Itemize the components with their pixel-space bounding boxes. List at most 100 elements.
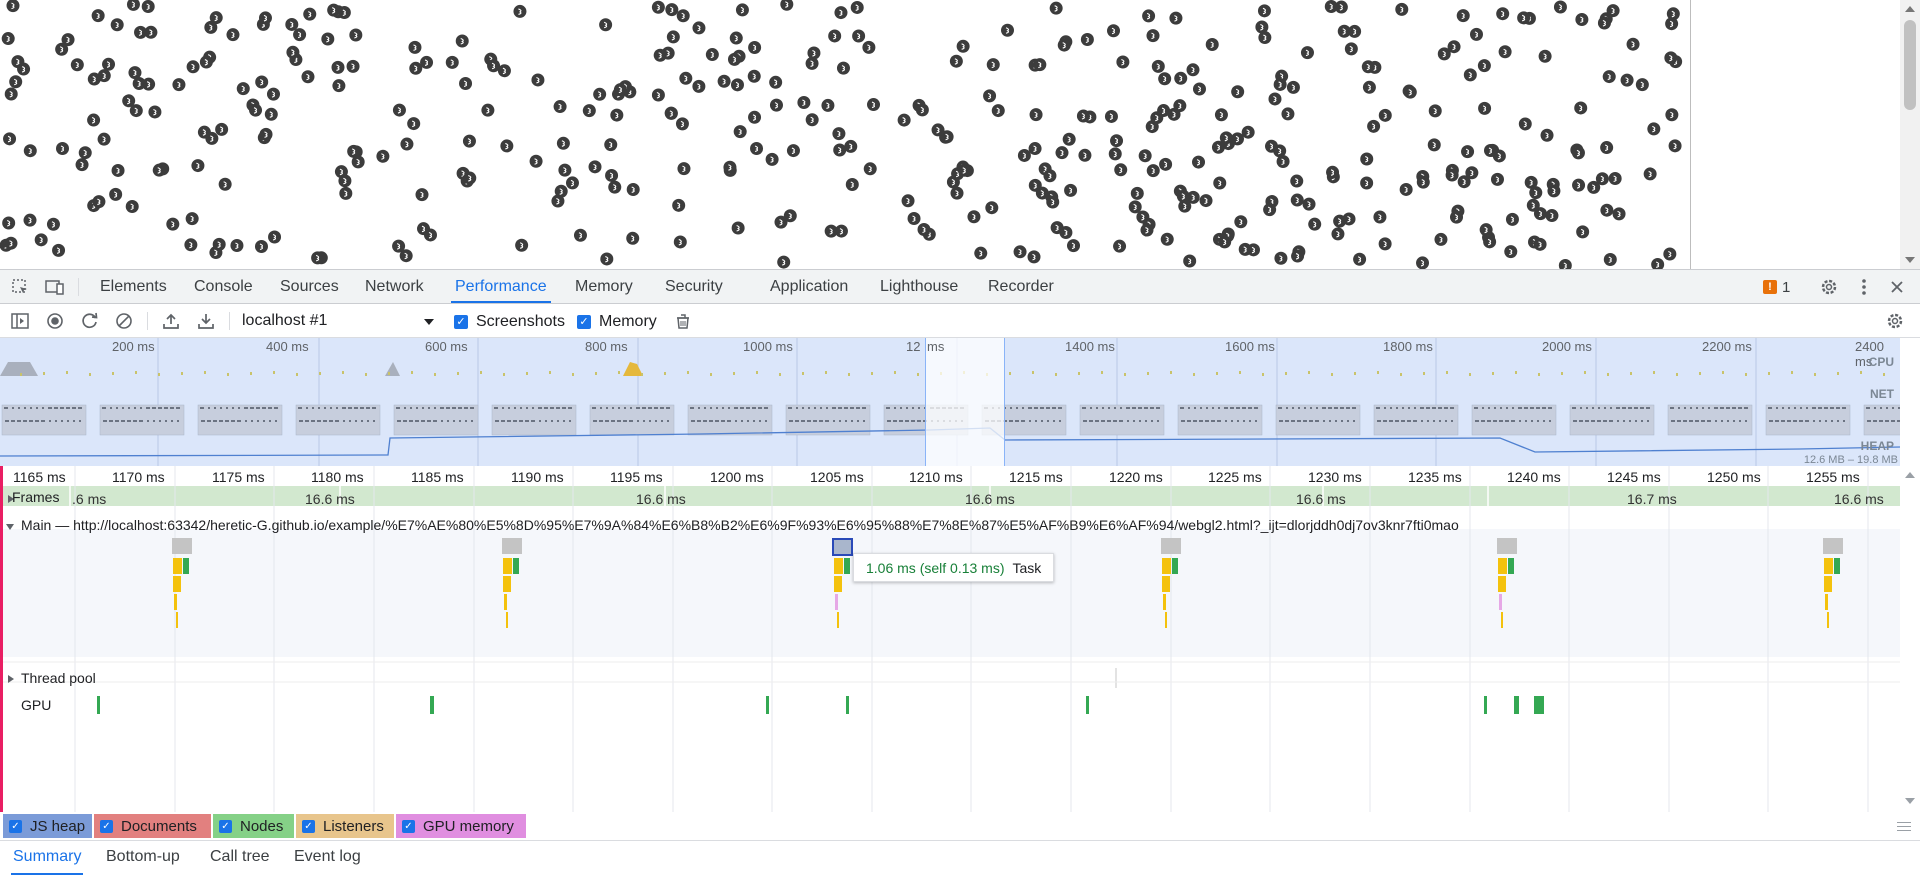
screenshot-thumbnail[interactable] — [1275, 404, 1361, 436]
sprite — [204, 20, 218, 34]
gpu-task[interactable] — [1086, 696, 1089, 714]
checkbox-checked-icon[interactable]: ✓ — [454, 315, 468, 329]
webgl-canvas[interactable] — [0, 0, 1691, 269]
tab-performance[interactable]: Performance — [451, 270, 551, 303]
sprite — [1234, 215, 1248, 229]
screenshot-thumbnail[interactable] — [1, 404, 87, 436]
garbage-collect-icon[interactable] — [672, 310, 694, 332]
checkbox-checked-icon[interactable]: ✓ — [402, 819, 415, 833]
reload-record-icon[interactable] — [79, 310, 101, 332]
scroll-up-icon[interactable] — [1905, 6, 1915, 12]
scroll-down-icon[interactable] — [1905, 257, 1915, 263]
gpu-task[interactable] — [766, 696, 769, 714]
gpu-task[interactable] — [97, 696, 100, 714]
sprite — [1600, 203, 1614, 217]
gpu-task[interactable] — [1514, 696, 1519, 714]
screenshot-thumbnail[interactable] — [1373, 404, 1459, 436]
sprite — [236, 82, 250, 96]
settings-gear-icon[interactable] — [1818, 276, 1840, 298]
overview-ruler-label: 2000 ms — [1542, 339, 1592, 354]
checkbox-checked-icon[interactable]: ✓ — [100, 819, 113, 833]
screenshot-thumbnail[interactable] — [1765, 404, 1851, 436]
clear-icon[interactable] — [113, 310, 135, 332]
screenshot-thumbnail[interactable] — [295, 404, 381, 436]
tab-application[interactable]: Application — [766, 270, 852, 303]
screenshot-thumbnail[interactable] — [1569, 404, 1655, 436]
record-icon[interactable] — [44, 310, 66, 332]
counter-listeners[interactable]: ✓ Listeners — [296, 814, 394, 838]
tab-event-log[interactable]: Event log — [292, 841, 363, 875]
screenshot-thumbnail[interactable] — [491, 404, 577, 436]
collapse-main-icon[interactable] — [5, 523, 15, 531]
page-scrollbar[interactable] — [1900, 0, 1920, 269]
gpu-task[interactable] — [430, 696, 434, 714]
issues-badge[interactable]: ! 1 — [1763, 278, 1790, 296]
counter-gpu-memory[interactable]: ✓ GPU memory — [396, 814, 526, 838]
scrollbar-thumb[interactable] — [1904, 20, 1916, 110]
sprite — [1174, 71, 1188, 85]
toggle-sidebar-icon[interactable] — [9, 310, 31, 332]
sprite — [1498, 45, 1512, 59]
overview-selection-window[interactable] — [925, 338, 1005, 466]
tab-lighthouse[interactable]: Lighthouse — [876, 270, 962, 303]
screenshot-thumbnail[interactable] — [1471, 404, 1557, 436]
counter-js-heap[interactable]: ✓ JS heap — [3, 814, 92, 838]
tab-memory[interactable]: Memory — [571, 270, 637, 303]
scroll-down-icon[interactable] — [1905, 798, 1915, 804]
tab-sources[interactable]: Sources — [276, 270, 343, 303]
sprite — [1342, 212, 1356, 226]
sprite — [1064, 183, 1078, 197]
chevron-down-icon[interactable] — [424, 319, 434, 325]
tab-recorder[interactable]: Recorder — [984, 270, 1058, 303]
sprite — [423, 228, 437, 242]
screenshot-thumbnail[interactable] — [1079, 404, 1165, 436]
screenshot-thumbnail[interactable] — [99, 404, 185, 436]
flame-ruler-label: 1210 ms — [909, 469, 963, 485]
screenshot-thumbnail[interactable] — [1863, 404, 1900, 436]
inspect-element-icon[interactable] — [9, 276, 31, 298]
close-devtools-icon[interactable] — [1886, 276, 1908, 298]
screenshot-thumbnail[interactable] — [1667, 404, 1753, 436]
screenshot-thumbnail[interactable] — [589, 404, 675, 436]
checkbox-checked-icon[interactable]: ✓ — [577, 315, 591, 329]
gpu-task[interactable] — [1484, 696, 1487, 714]
tab-elements[interactable]: Elements — [96, 270, 171, 303]
profile-select[interactable]: localhost #1 — [242, 312, 327, 330]
screenshot-thumbnail[interactable] — [1177, 404, 1263, 436]
memory-checkbox[interactable]: ✓ Memory — [577, 313, 657, 331]
tab-bottom-up[interactable]: Bottom-up — [104, 841, 182, 875]
counter-documents[interactable]: ✓ Documents — [94, 814, 211, 838]
sprite — [1151, 59, 1165, 73]
screenshots-checkbox[interactable]: ✓ Screenshots — [454, 313, 565, 331]
counter-nodes[interactable]: ✓ Nodes — [213, 814, 294, 838]
capture-settings-gear-icon[interactable] — [1884, 310, 1906, 332]
timeline-overview[interactable]: 200 ms 400 ms 600 ms 800 ms 1000 ms 12 ms 1400 … — [0, 338, 1900, 466]
device-toolbar-icon[interactable] — [44, 276, 66, 298]
screenshot-thumbnail[interactable] — [393, 404, 479, 436]
tab-console[interactable]: Console — [190, 270, 257, 303]
checkbox-checked-icon[interactable]: ✓ — [302, 819, 315, 833]
scroll-up-icon[interactable] — [1905, 472, 1915, 478]
tab-network[interactable]: Network — [361, 270, 428, 303]
more-options-icon[interactable] — [1853, 276, 1875, 298]
flame-chart[interactable]: 1165 ms 1170 ms 1175 ms 1180 ms 1185 ms 1190 … — [0, 466, 1900, 812]
main-thread-label[interactable]: Main — http://localhost:63342/heretic-G.… — [21, 517, 1459, 533]
sprite — [821, 98, 835, 112]
checkbox-checked-icon[interactable]: ✓ — [9, 819, 22, 833]
checkbox-checked-icon[interactable]: ✓ — [219, 819, 232, 833]
screenshot-thumbnail[interactable] — [785, 404, 871, 436]
frames-track-label[interactable]: Frames — [12, 489, 59, 505]
flame-scrollbar[interactable] — [1900, 466, 1920, 812]
save-profile-icon[interactable] — [195, 310, 217, 332]
tab-call-tree[interactable]: Call tree — [208, 841, 272, 875]
tab-security[interactable]: Security — [661, 270, 727, 303]
gpu-task[interactable] — [1534, 696, 1544, 714]
thread-pool-label[interactable]: Thread pool — [21, 670, 96, 686]
load-profile-icon[interactable] — [160, 310, 182, 332]
panel-resize-handle[interactable] — [1897, 822, 1911, 832]
expand-thread-pool-icon[interactable] — [7, 674, 15, 684]
gpu-task[interactable] — [846, 696, 849, 714]
screenshot-thumbnail[interactable] — [687, 404, 773, 436]
tab-summary[interactable]: Summary — [11, 841, 84, 875]
screenshot-thumbnail[interactable] — [197, 404, 283, 436]
